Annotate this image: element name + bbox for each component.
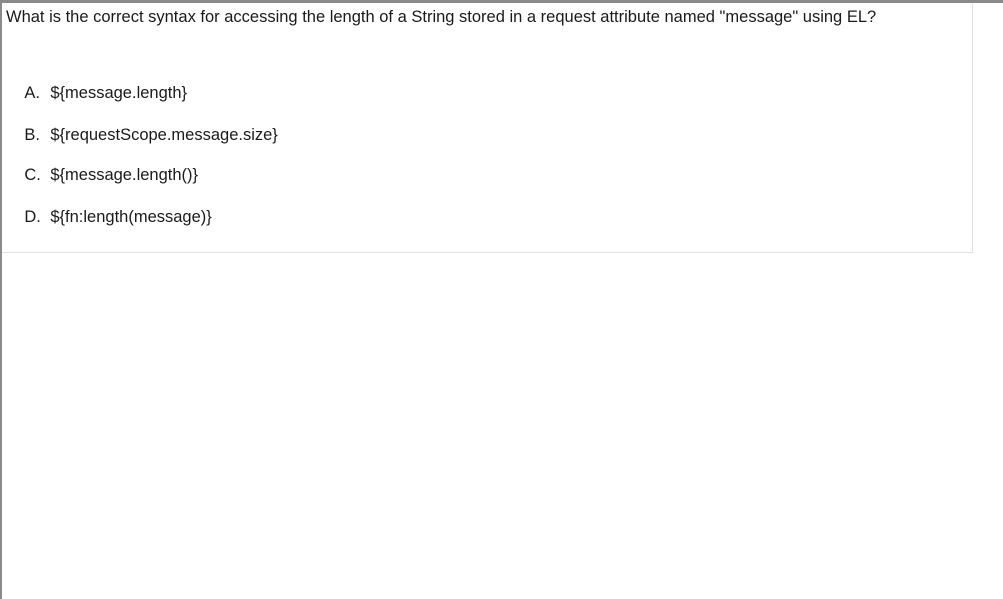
option-letter: C. <box>24 166 41 184</box>
question-panel: What is the correct syntax for accessing… <box>2 3 973 253</box>
question-text: What is the correct syntax for accessing… <box>6 8 877 26</box>
option-text: ${fn:length(message)} <box>50 208 212 226</box>
option-letter: B. <box>24 126 40 144</box>
option-text: ${message.length} <box>50 84 188 102</box>
option-text: ${message.length()} <box>50 166 199 184</box>
option-letter: D. <box>24 208 41 226</box>
option-letter: A. <box>24 84 40 102</box>
option-d[interactable]: D. ${fn:length(message)} <box>6 189 212 246</box>
option-text: ${requestScope.message.size} <box>50 126 278 144</box>
